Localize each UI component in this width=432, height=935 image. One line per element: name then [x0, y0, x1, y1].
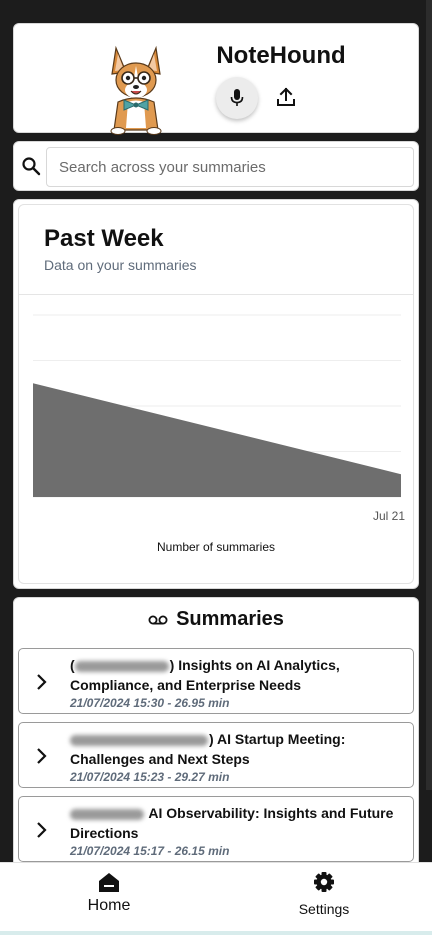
summary-item[interactable]: () Insights on AI Analytics, Compliance,… [18, 648, 414, 714]
nav-home[interactable]: Home [82, 871, 136, 915]
page-scrollbar[interactable] [426, 0, 432, 790]
search-card [13, 141, 419, 191]
bottom-strip [0, 931, 432, 935]
home-icon [99, 873, 119, 892]
summary-meta: 21/07/2024 15:17 - 26.15 min [70, 844, 230, 858]
chart-title: Past Week [44, 225, 164, 252]
upload-button[interactable] [271, 82, 301, 112]
app-title: NoteHound [216, 42, 346, 69]
nav-home-label: Home [87, 897, 131, 914]
chevron-right-icon [37, 674, 47, 690]
gear-icon [314, 872, 334, 892]
chevron-right-icon [37, 822, 47, 838]
summary-meta: 21/07/2024 15:23 - 29.27 min [70, 770, 230, 784]
summary-title: ) AI Startup Meeting: Challenges and Nex… [70, 731, 346, 767]
search-input[interactable] [46, 147, 414, 187]
chart-panel: Past Week Data on your summaries Jul 21 … [18, 204, 414, 584]
summary-item[interactable]: AI Observability: Insights and Future Di… [18, 796, 414, 862]
header-card: NoteHound [13, 23, 419, 135]
summary-meta: 21/07/2024 15:30 - 26.95 min [70, 696, 230, 710]
record-button[interactable] [216, 77, 258, 119]
summary-title: AI Observability: Insights and Future Di… [70, 805, 394, 841]
summary-item[interactable]: ) AI Startup Meeting: Challenges and Nex… [18, 722, 414, 788]
area-chart [33, 314, 401, 498]
redacted-text [70, 808, 144, 820]
bottom-navigation: Home Settings [0, 862, 432, 935]
chevron-right-icon [37, 748, 47, 764]
redacted-text [70, 734, 208, 746]
x-tick-label: Jul 21 [372, 509, 405, 523]
voicemail-icon [148, 615, 168, 625]
search-icon [22, 157, 41, 176]
upload-icon [277, 87, 295, 106]
summaries-header: Summaries [14, 608, 418, 631]
x-axis-label: Number of summaries [156, 540, 276, 554]
corgi-logo [110, 45, 162, 135]
microphone-icon [230, 89, 244, 106]
redacted-text [74, 660, 169, 672]
chart-card: Past Week Data on your summaries Jul 21 … [13, 199, 419, 589]
chart-subtitle: Data on your summaries [44, 257, 197, 273]
series-area [33, 383, 401, 497]
summaries-card: Summaries () Insights on AI Analytics, C… [13, 597, 419, 877]
nav-settings[interactable]: Settings [290, 871, 358, 917]
summaries-title: Summaries [176, 608, 284, 630]
nav-settings-label: Settings [298, 901, 350, 917]
summary-title: () Insights on AI Analytics, Compliance,… [70, 657, 340, 693]
